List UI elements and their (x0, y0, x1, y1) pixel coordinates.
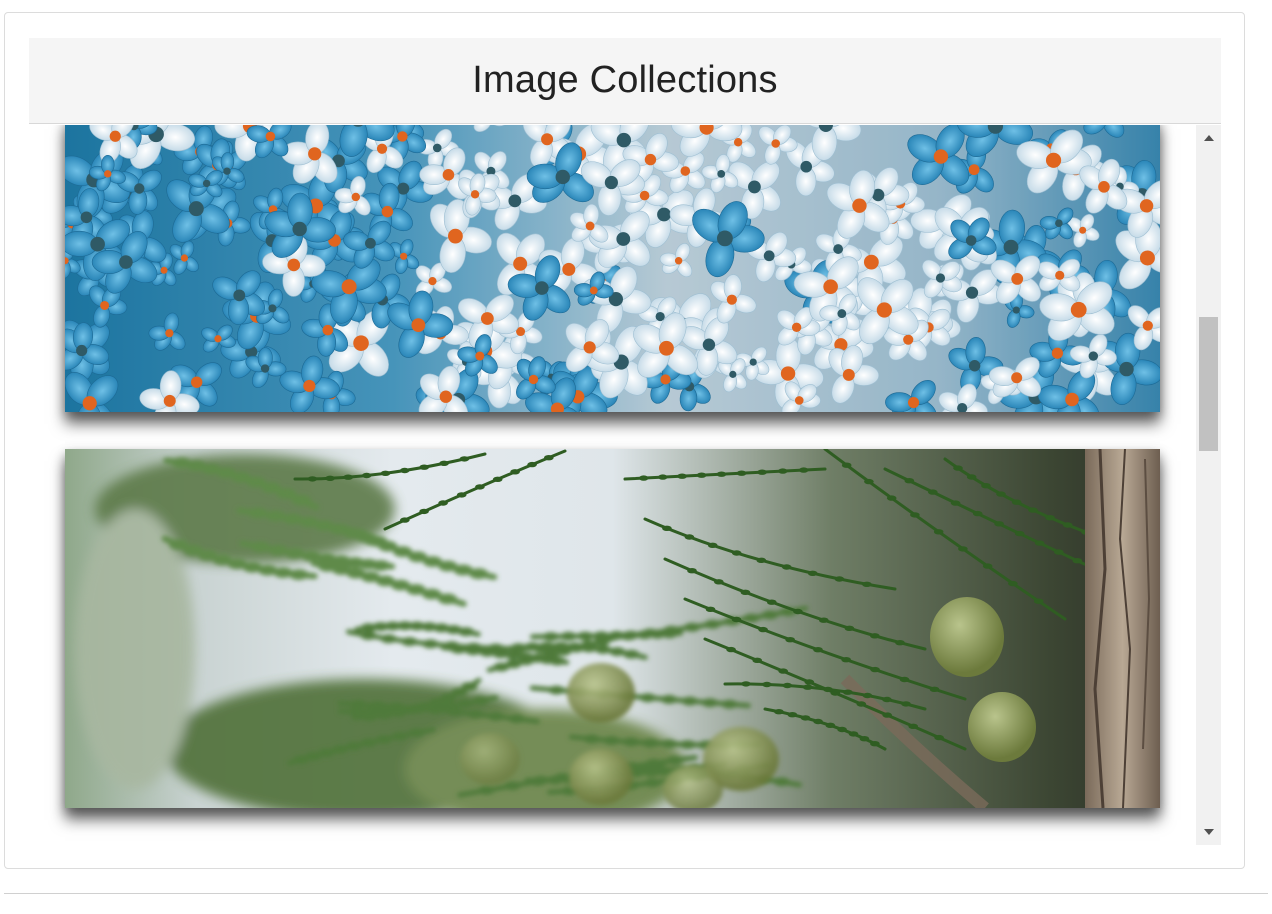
gallery-image-flowers[interactable] (65, 125, 1160, 412)
image-scroll-area[interactable] (29, 125, 1221, 845)
conifer-photo (65, 449, 1160, 808)
vertical-scrollbar[interactable] (1196, 125, 1221, 845)
footer-divider (4, 893, 1268, 894)
arrow-up-icon (1203, 135, 1214, 141)
scroll-down-button[interactable] (1196, 821, 1221, 843)
page-header: Image Collections (29, 38, 1221, 124)
flowers-photo (65, 125, 1160, 412)
arrow-down-icon (1203, 829, 1214, 835)
gallery-image-conifer[interactable] (65, 449, 1160, 808)
scroll-up-button[interactable] (1196, 127, 1221, 149)
page-title: Image Collections (472, 59, 778, 101)
image-gallery (29, 125, 1195, 845)
scrollbar-thumb[interactable] (1199, 317, 1218, 451)
